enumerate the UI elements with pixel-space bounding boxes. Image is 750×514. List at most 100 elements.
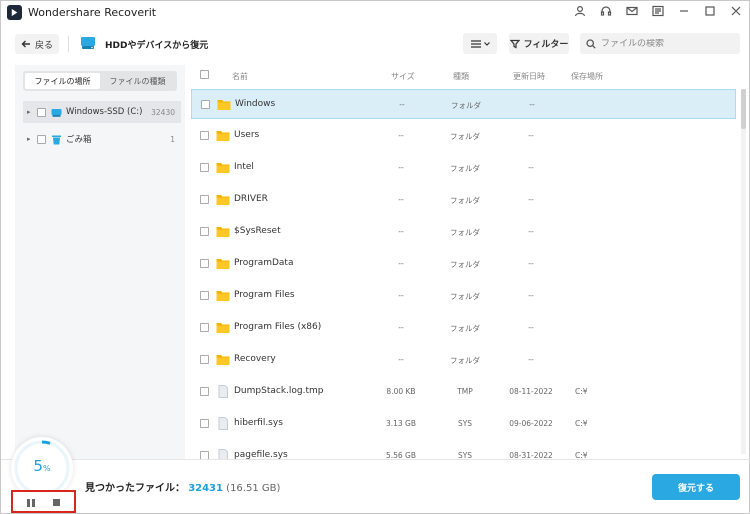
table-row[interactable]: Windows -- フォルダ -- [191, 89, 736, 119]
row-checkbox[interactable] [200, 195, 209, 204]
settings-icon[interactable] [651, 4, 665, 18]
scan-controls-highlight [11, 490, 76, 513]
user-icon[interactable] [573, 4, 587, 18]
hard-drive-icon [81, 37, 95, 49]
table-row[interactable]: Program Files (x86) -- フォルダ -- [191, 313, 736, 343]
table-row[interactable]: $SysReset -- フォルダ -- [191, 217, 736, 247]
minimize-icon[interactable] [677, 4, 691, 18]
row-checkbox[interactable] [200, 355, 209, 364]
row-checkbox[interactable] [200, 259, 209, 268]
tab-file-location[interactable]: ファイルの場所 [25, 73, 100, 89]
row-checkbox[interactable] [200, 227, 209, 236]
location-sidebar: ファイルの場所 ファイルの種類 ▸ Windows-SSD (C:) 32430… [15, 65, 185, 459]
row-checkbox[interactable] [200, 163, 209, 172]
toolbar-divider [68, 36, 69, 52]
close-icon[interactable] [729, 4, 743, 18]
file-size: 5.56 GB [385, 451, 417, 459]
file-date: -- [528, 355, 534, 364]
table-row[interactable]: DRIVER -- フォルダ -- [191, 185, 736, 215]
row-checkbox[interactable] [200, 451, 209, 459]
table-row[interactable]: Program Files -- フォルダ -- [191, 281, 736, 311]
file-type: フォルダ [450, 324, 480, 333]
recover-button[interactable]: 復元する [652, 474, 740, 500]
sidebar-tabs: ファイルの場所 ファイルの種類 [23, 71, 177, 91]
folder-icon [216, 163, 230, 173]
file-type: TMP [457, 387, 473, 396]
toolbar: 戻る HDDやデバイスから復元 フィルター [1, 29, 750, 59]
arrow-left-icon [21, 40, 30, 48]
view-mode-button[interactable] [463, 33, 497, 54]
tree-item-label: ごみ箱 [66, 135, 92, 145]
tree-checkbox[interactable] [37, 107, 46, 117]
back-button-label: 戻る [35, 40, 54, 51]
file-name: Program Files [234, 290, 295, 300]
file-size: 3.13 GB [385, 419, 417, 428]
file-size: -- [398, 355, 404, 364]
file-date: 08-31-2022 [509, 451, 553, 459]
tab-file-type[interactable]: ファイルの種類 [100, 73, 175, 89]
search-box[interactable] [580, 33, 740, 54]
file-date: -- [528, 323, 534, 332]
folder-icon [216, 291, 230, 301]
column-type[interactable]: 種類 [453, 71, 469, 82]
found-files-summary: 見つかったファイル： 32431 (16.51 GB) [85, 479, 280, 494]
file-date: -- [528, 131, 534, 140]
column-name[interactable]: 名前 [232, 71, 248, 82]
tree-item-windows-ssd[interactable]: ▸ Windows-SSD (C:) 32430 [23, 101, 181, 123]
file-size: -- [398, 291, 404, 300]
app-title: Wondershare Recoverit [28, 6, 157, 19]
file-list-scrollbar[interactable] [741, 89, 746, 454]
file-size: -- [398, 227, 404, 236]
tree-item-recycle-bin[interactable]: ▸ ごみ箱 1 [23, 128, 181, 150]
row-checkbox[interactable] [200, 387, 209, 396]
column-size[interactable]: サイズ [391, 71, 415, 82]
maximize-icon[interactable] [703, 4, 717, 18]
file-name: DRIVER [234, 194, 268, 204]
file-name: ProgramData [234, 258, 294, 268]
tree-checkbox[interactable] [37, 134, 46, 144]
file-name: pagefile.sys [234, 450, 288, 459]
folder-icon [216, 131, 230, 141]
search-input[interactable] [601, 38, 731, 49]
table-row[interactable]: Intel -- フォルダ -- [191, 153, 736, 183]
mail-icon[interactable] [625, 4, 639, 18]
back-button[interactable]: 戻る [15, 34, 60, 54]
filter-button[interactable]: フィルター [509, 33, 569, 54]
file-name: Users [234, 130, 260, 140]
app-logo-icon [7, 5, 22, 20]
expand-caret-icon[interactable]: ▸ [27, 135, 35, 143]
expand-caret-icon[interactable]: ▸ [27, 108, 35, 116]
select-all-checkbox[interactable] [200, 70, 209, 79]
row-checkbox[interactable] [200, 323, 209, 332]
column-date[interactable]: 更新日時 [513, 71, 545, 82]
app-window: Wondershare Recoverit 戻る HDDやデバイスから復元 フィ… [0, 0, 750, 514]
table-row[interactable]: Recovery -- フォルダ -- [191, 345, 736, 375]
folder-icon [216, 195, 230, 205]
folder-icon [216, 227, 230, 237]
column-location[interactable]: 保存場所 [571, 71, 603, 82]
tree-item-label: Windows-SSD (C:) [66, 107, 143, 117]
headset-icon[interactable] [599, 4, 613, 18]
file-name: $SysReset [234, 226, 281, 236]
file-size: -- [398, 163, 404, 172]
found-files-count: 32431 [188, 483, 223, 494]
table-row[interactable]: ProgramData -- フォルダ -- [191, 249, 736, 279]
table-row[interactable]: pagefile.sys 5.56 GB SYS 08-31-2022 C:¥ [191, 441, 736, 459]
pause-icon[interactable] [27, 499, 37, 507]
stop-icon[interactable] [53, 499, 60, 506]
row-checkbox[interactable] [200, 419, 209, 428]
row-checkbox[interactable] [200, 131, 209, 140]
filter-icon [509, 39, 520, 48]
table-row[interactable]: hiberfil.sys 3.13 GB SYS 09-06-2022 C:¥ [191, 409, 736, 439]
chevron-down-icon [483, 41, 490, 46]
table-row[interactable]: Users -- フォルダ -- [191, 121, 736, 151]
file-type: フォルダ [450, 132, 480, 141]
tree-item-count: 32430 [151, 107, 175, 117]
row-checkbox[interactable] [201, 100, 210, 109]
file-name: Recovery [234, 354, 276, 364]
row-checkbox[interactable] [200, 291, 209, 300]
file-size: -- [398, 259, 404, 268]
table-row[interactable]: DumpStack.log.tmp 8.00 KB TMP 08-11-2022 C:¥ [191, 377, 736, 407]
folder-icon [216, 355, 230, 365]
progress-percent: 5% [11, 457, 73, 475]
